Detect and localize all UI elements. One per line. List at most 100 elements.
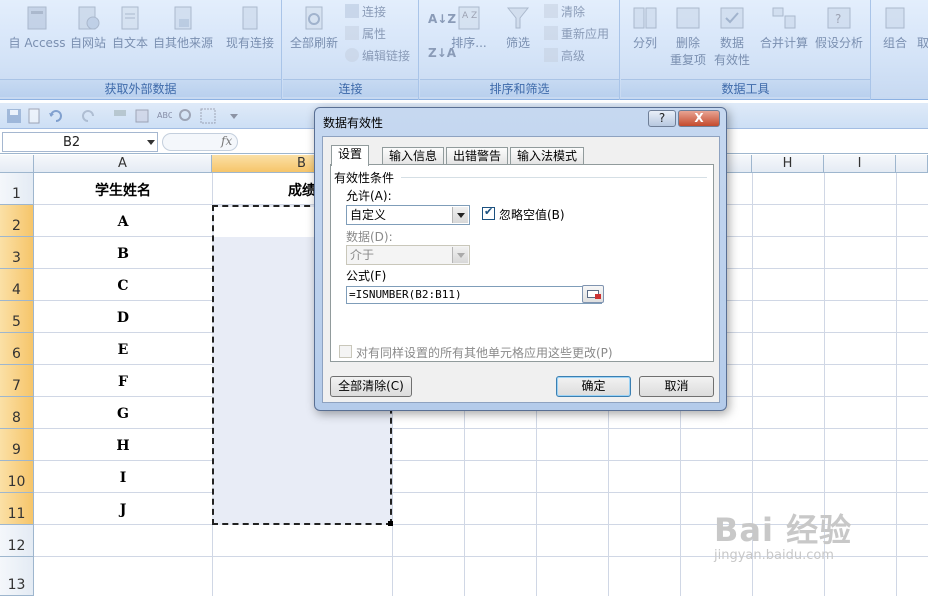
filter-button[interactable]: 筛选 bbox=[500, 4, 536, 51]
row-header[interactable]: 4 bbox=[0, 269, 34, 301]
cell-student-name[interactable]: E bbox=[34, 342, 212, 358]
zoom-icon[interactable] bbox=[178, 108, 194, 124]
insert-function-icon[interactable]: fx bbox=[221, 134, 232, 148]
row-header[interactable]: 11 bbox=[0, 493, 34, 525]
chevron-down-icon[interactable] bbox=[452, 207, 468, 223]
existing-connections-button[interactable]: 现有连接 bbox=[222, 4, 278, 51]
row-header[interactable]: 8 bbox=[0, 397, 34, 429]
name-box[interactable]: B2 bbox=[2, 132, 158, 152]
row-header[interactable]: 5 bbox=[0, 301, 34, 333]
chevron-down-icon[interactable] bbox=[147, 140, 155, 145]
sort-button[interactable]: A Z 排序... bbox=[450, 4, 488, 51]
row-header[interactable]: 9 bbox=[0, 429, 34, 461]
tab-error-alert[interactable]: 出错警告 bbox=[446, 147, 509, 165]
column-header-a[interactable]: A bbox=[34, 155, 212, 173]
consolidate-button[interactable]: 合并计算 bbox=[759, 4, 809, 51]
properties-button[interactable]: 属性 bbox=[345, 25, 386, 42]
borders-icon[interactable] bbox=[200, 108, 216, 124]
ok-button[interactable]: 确定 bbox=[556, 376, 631, 397]
row-header[interactable]: 6 bbox=[0, 333, 34, 365]
tab-input-message[interactable]: 输入信息 bbox=[382, 147, 445, 165]
cell-student-name[interactable]: H bbox=[34, 438, 212, 454]
ignore-blank-checkbox[interactable] bbox=[482, 205, 495, 220]
cell-header-student-name[interactable]: 学生姓名 bbox=[34, 180, 212, 200]
edit-links-button[interactable]: 编辑链接 bbox=[345, 47, 410, 64]
cell-student-name[interactable]: G bbox=[34, 406, 212, 422]
row-header[interactable]: 1 bbox=[0, 173, 34, 205]
column-header-j[interactable] bbox=[896, 155, 928, 173]
data-validation-dialog: 数据有效性 ? X 设置 输入信息 出错警告 输入法模式 有效性条件 允许(A):… bbox=[314, 107, 727, 411]
row-header[interactable]: 3 bbox=[0, 237, 34, 269]
row-header[interactable]: 7 bbox=[0, 365, 34, 397]
from-web-button[interactable]: 自网站 bbox=[68, 4, 108, 51]
cell-student-name[interactable]: F bbox=[34, 374, 212, 390]
connections-button[interactable]: 连接 bbox=[345, 3, 386, 20]
allow-select[interactable]: 自定义 bbox=[346, 205, 470, 225]
undo-icon[interactable] bbox=[48, 108, 64, 124]
cell-student-name[interactable]: A bbox=[34, 214, 212, 230]
tab-ime-mode[interactable]: 输入法模式 bbox=[510, 147, 585, 165]
reapply-button[interactable]: 重新应用 bbox=[544, 25, 609, 42]
group-sort-filter: A↓Z Z↓A A Z 排序... 筛选 清除 重新应用 高级 排序和筛选 bbox=[420, 0, 620, 100]
new-file-icon[interactable] bbox=[26, 108, 42, 124]
format-painter-icon[interactable] bbox=[112, 108, 128, 124]
column-header-h[interactable]: H bbox=[752, 155, 824, 173]
cell-student-name[interactable]: B bbox=[34, 246, 212, 262]
access-icon bbox=[27, 6, 47, 30]
advanced-filter-button[interactable]: 高级 bbox=[544, 47, 585, 64]
reapply-icon bbox=[544, 26, 558, 40]
web-icon bbox=[78, 6, 100, 30]
chevron-down-icon[interactable] bbox=[452, 247, 468, 263]
data-select[interactable]: 介于 bbox=[346, 245, 470, 265]
data-validation-icon bbox=[720, 7, 744, 29]
text-to-columns-button[interactable]: 分列 bbox=[627, 4, 663, 51]
dialog-title: 数据有效性 bbox=[323, 116, 384, 130]
remove-duplicates-button[interactable]: 删除 重复项 bbox=[667, 4, 709, 68]
from-other-sources-button[interactable]: 自其他来源 bbox=[152, 4, 214, 51]
apply-to-all-checkbox[interactable] bbox=[339, 345, 352, 358]
data-label: 数据(D): bbox=[346, 230, 393, 244]
row-header[interactable]: 10 bbox=[0, 461, 34, 493]
group-label: 数据工具 bbox=[621, 79, 870, 97]
group-data-tools: 分列 删除 重复项 数据 有效性 合并计算 ? 假设分析 数据工具 bbox=[621, 0, 871, 100]
cell-student-name[interactable]: I bbox=[34, 470, 212, 486]
data-validation-button[interactable]: 数据 有效性 bbox=[711, 4, 753, 68]
other-sources-icon bbox=[174, 6, 192, 30]
tab-settings[interactable]: 设置 bbox=[331, 145, 370, 166]
redo-icon[interactable] bbox=[80, 108, 96, 124]
remove-duplicates-icon bbox=[676, 7, 700, 29]
cancel-button[interactable]: 取消 bbox=[639, 376, 714, 397]
formula-input[interactable]: =ISNUMBER(B2:B11) bbox=[346, 286, 602, 304]
cell-student-name[interactable]: J bbox=[34, 502, 212, 518]
select-all-corner[interactable] bbox=[0, 155, 34, 173]
dialog-body: 设置 输入信息 出错警告 输入法模式 有效性条件 允许(A): 自定义 忽略空值… bbox=[322, 136, 720, 403]
svg-text:A Z: A Z bbox=[462, 11, 477, 21]
spelling-icon[interactable]: ABC bbox=[156, 108, 172, 124]
cell-student-name[interactable]: C bbox=[34, 278, 212, 294]
ignore-blank-label[interactable]: 忽略空值(B) bbox=[499, 206, 565, 223]
formula-label: 公式(F) bbox=[346, 269, 387, 283]
help-button[interactable]: ? bbox=[648, 110, 676, 127]
save-icon[interactable] bbox=[6, 108, 22, 124]
fill-handle[interactable] bbox=[388, 521, 393, 526]
refresh-all-button[interactable]: 全部刷新 bbox=[287, 4, 341, 51]
column-header-i[interactable]: I bbox=[824, 155, 896, 173]
apply-to-all-label[interactable]: 对有同样设置的所有其他单元格应用这些更改(P) bbox=[356, 344, 613, 361]
cell-student-name[interactable]: D bbox=[34, 310, 212, 326]
row-header[interactable]: 13 bbox=[0, 557, 34, 596]
close-button[interactable]: X bbox=[678, 110, 720, 127]
from-text-button[interactable]: 自文本 bbox=[110, 4, 150, 51]
collapse-dialog-button[interactable] bbox=[582, 285, 604, 303]
from-access-button[interactable]: 自 Access bbox=[8, 4, 66, 51]
what-if-analysis-button[interactable]: ? 假设分析 bbox=[813, 4, 865, 51]
print-preview-icon[interactable] bbox=[134, 108, 150, 124]
row-header[interactable]: 12 bbox=[0, 525, 34, 557]
ungroup-button[interactable]: 取 bbox=[916, 34, 928, 51]
clear-all-button[interactable]: 全部清除(C) bbox=[330, 376, 412, 397]
row-header[interactable]: 2 bbox=[0, 205, 34, 237]
group-button[interactable]: 组合 bbox=[880, 4, 910, 51]
gridline bbox=[34, 460, 928, 461]
customize-qat-icon[interactable] bbox=[226, 108, 242, 124]
clear-filter-button[interactable]: 清除 bbox=[544, 3, 585, 20]
settings-panel: 有效性条件 允许(A): 自定义 忽略空值(B) 数据(D): 介于 公式(F)… bbox=[330, 164, 714, 362]
